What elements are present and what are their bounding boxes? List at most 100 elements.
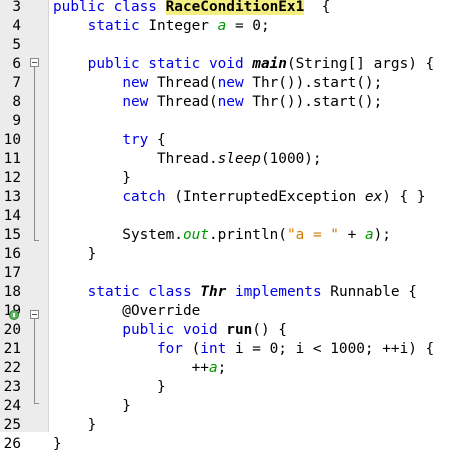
code-token: public class: [53, 0, 166, 15]
line-number: 13: [3, 189, 21, 205]
code-token: a: [208, 360, 218, 376]
code-token: out: [182, 227, 209, 243]
fold-end-marker: [34, 240, 39, 241]
code-text[interactable]: }: [53, 378, 166, 397]
line-number: 15: [3, 227, 21, 243]
code-token: ex: [364, 189, 383, 205]
code-text[interactable]: }: [53, 435, 62, 454]
code-token: @Override: [53, 303, 201, 319]
code-token: RaceConditionEx1: [165, 0, 305, 15]
code-text[interactable]: }: [53, 416, 97, 435]
fold-guide-line: [34, 67, 35, 240]
code-line[interactable]: 11 Thread.sleep(1000);: [0, 150, 468, 169]
code-line[interactable]: 21 for (int i = 0; i < 1000; ++i) {: [0, 340, 468, 359]
line-number: 24: [3, 398, 21, 414]
code-text[interactable]: static Integer a = 0;: [53, 17, 270, 36]
code-line[interactable]: 20 public void run() {: [0, 321, 468, 340]
code-line[interactable]: 23 }: [0, 378, 468, 397]
code-line[interactable]: 16 }: [0, 245, 468, 264]
fold-guide-line: [34, 319, 35, 403]
code-token: a: [364, 227, 374, 243]
code-token: }: [53, 398, 131, 414]
line-number: 4: [12, 18, 21, 34]
code-text[interactable]: }: [53, 169, 131, 188]
fold-end-marker: [34, 403, 39, 404]
code-token: a: [217, 18, 227, 34]
code-text[interactable]: public class RaceConditionEx1 {: [53, 0, 330, 17]
code-token: catch: [122, 189, 175, 205]
code-token: new: [122, 94, 157, 110]
code-token: = 0;: [226, 18, 270, 34]
code-token: (: [191, 341, 201, 357]
code-text[interactable]: ++a;: [53, 359, 227, 378]
line-number: 8: [12, 94, 21, 110]
code-text[interactable]: catch (InterruptedException ex) { }: [53, 188, 425, 207]
override-marker-icon[interactable]: [9, 310, 19, 320]
line-number: 7: [12, 75, 21, 91]
code-token: public static void: [87, 56, 253, 72]
line-number: 14: [3, 208, 21, 224]
code-token: +: [338, 227, 365, 243]
code-token: .println(: [208, 227, 287, 243]
code-text[interactable]: Thread.sleep(1000);: [53, 150, 322, 169]
code-token: for: [156, 341, 192, 357]
line-number: 5: [12, 37, 21, 53]
line-number: 26: [3, 436, 21, 452]
code-line[interactable]: 7 new Thread(new Thr()).start();: [0, 74, 468, 93]
code-line[interactable]: 3 public class RaceConditionEx1 {: [0, 0, 468, 17]
code-token: }: [53, 417, 97, 433]
code-line[interactable]: 24 }: [0, 397, 468, 416]
code-line[interactable]: 15 System.out.println("a = " + a);: [0, 226, 468, 245]
code-text[interactable]: try {: [53, 131, 165, 150]
code-line[interactable]: 19 @Override: [0, 302, 468, 321]
line-number: 21: [3, 341, 21, 357]
code-line[interactable]: 8 new Thread(new Thr()).start();: [0, 93, 468, 112]
code-line[interactable]: 4 static Integer a = 0;: [0, 17, 468, 36]
code-token: Thr()).start();: [252, 94, 383, 110]
code-token: }: [53, 436, 62, 452]
code-token: new: [122, 75, 157, 91]
fold-collapse-icon[interactable]: [30, 310, 39, 319]
code-line[interactable]: 18 static class Thr implements Runnable …: [0, 283, 468, 302]
code-token: System.: [53, 227, 183, 243]
code-token: Runnable {: [330, 284, 417, 300]
code-token: }: [53, 170, 131, 186]
code-text[interactable]: System.out.println("a = " + a);: [53, 226, 391, 245]
code-text[interactable]: }: [53, 245, 97, 264]
code-line[interactable]: 22 ++a;: [0, 359, 468, 378]
code-line[interactable]: 13 catch (InterruptedException ex) { }: [0, 188, 468, 207]
code-text[interactable]: @Override: [53, 302, 200, 321]
code-line[interactable]: 14: [0, 207, 468, 226]
code-token: );: [373, 227, 391, 243]
code-token: () {: [252, 322, 287, 338]
code-lines[interactable]: 3 public class RaceConditionEx1 {4 static…: [0, 0, 468, 454]
code-token: Integer: [148, 18, 218, 34]
code-text[interactable]: public void run() {: [53, 321, 287, 340]
fold-collapse-icon[interactable]: [30, 58, 39, 67]
code-text[interactable]: new Thread(new Thr()).start();: [53, 93, 382, 112]
code-text[interactable]: public static void main(String[] args) {: [53, 55, 435, 74]
code-line[interactable]: 25 }: [0, 416, 468, 435]
code-line[interactable]: 5: [0, 36, 468, 55]
code-text[interactable]: for (int i = 0; i < 1000; ++i) {: [53, 340, 434, 359]
code-text[interactable]: new Thread(new Thr()).start();: [53, 74, 382, 93]
code-text[interactable]: static class Thr implements Runnable {: [53, 283, 417, 302]
code-line[interactable]: 26}: [0, 435, 468, 454]
code-token: ++: [53, 360, 209, 376]
code-line[interactable]: 6 public static void main(String[] args)…: [0, 55, 468, 74]
code-token: try: [122, 132, 157, 148]
code-editor[interactable]: 3 public class RaceConditionEx1 {4 static…: [0, 0, 468, 452]
code-line[interactable]: 17: [0, 264, 468, 283]
code-line[interactable]: 9: [0, 112, 468, 131]
code-token: Thr: [200, 284, 227, 300]
code-line[interactable]: 12 }: [0, 169, 468, 188]
code-text[interactable]: }: [53, 397, 131, 416]
code-token: (1000);: [260, 151, 322, 167]
code-token: main: [252, 56, 287, 72]
code-line[interactable]: 10 try {: [0, 131, 468, 150]
